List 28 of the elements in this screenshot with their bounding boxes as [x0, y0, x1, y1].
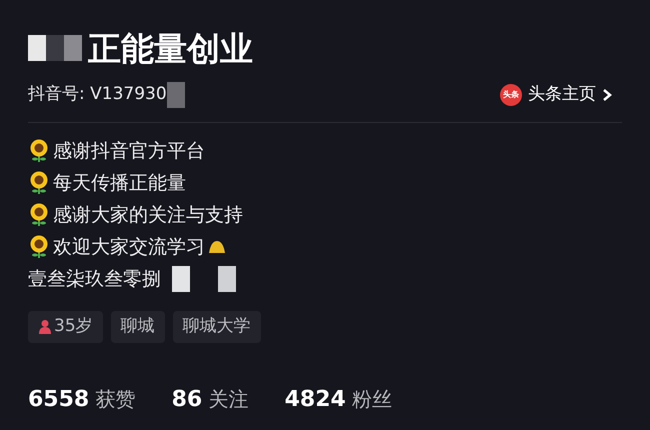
- sunflower-icon: [28, 235, 50, 259]
- redaction-block: [218, 266, 236, 292]
- bio-line: 欢迎大家交流学习: [53, 234, 205, 260]
- chevron-right-icon: [602, 88, 612, 102]
- profile-stat: 6558 获赞: [28, 386, 136, 414]
- bio-line: 感谢抖音官方平台: [53, 138, 205, 164]
- redaction-block: [28, 35, 46, 61]
- account-id: 抖音号: V137930: [28, 83, 167, 106]
- tag-text: 聊城: [120, 315, 155, 338]
- person-icon: [38, 319, 52, 335]
- bio-line: 每天传播正能量: [53, 170, 186, 196]
- toutiao-badge: 头条: [500, 84, 522, 106]
- tag-text: 聊城大学: [182, 315, 251, 338]
- profile-stat: 4824 粉丝: [284, 386, 392, 414]
- bio-line: 感谢大家的关注与支持: [53, 202, 243, 228]
- sunflower-icon: [28, 203, 50, 227]
- redaction-block: [46, 35, 64, 61]
- redaction-block: [166, 82, 185, 108]
- sunflower-icon: [28, 139, 50, 163]
- sunflower-icon: [28, 171, 50, 195]
- account-name: 正能量创业: [88, 32, 253, 64]
- redaction-block: [64, 35, 82, 61]
- emoji-icon: [208, 240, 226, 254]
- redaction-block: [172, 266, 190, 292]
- profile-stat: 86 关注: [172, 386, 249, 414]
- toutiao-homepage-link[interactable]: 头条 头条主页: [500, 82, 612, 108]
- tag-text: 35岁: [54, 315, 93, 338]
- bio-line: 壹叁柒玖叁零捌: [28, 266, 161, 292]
